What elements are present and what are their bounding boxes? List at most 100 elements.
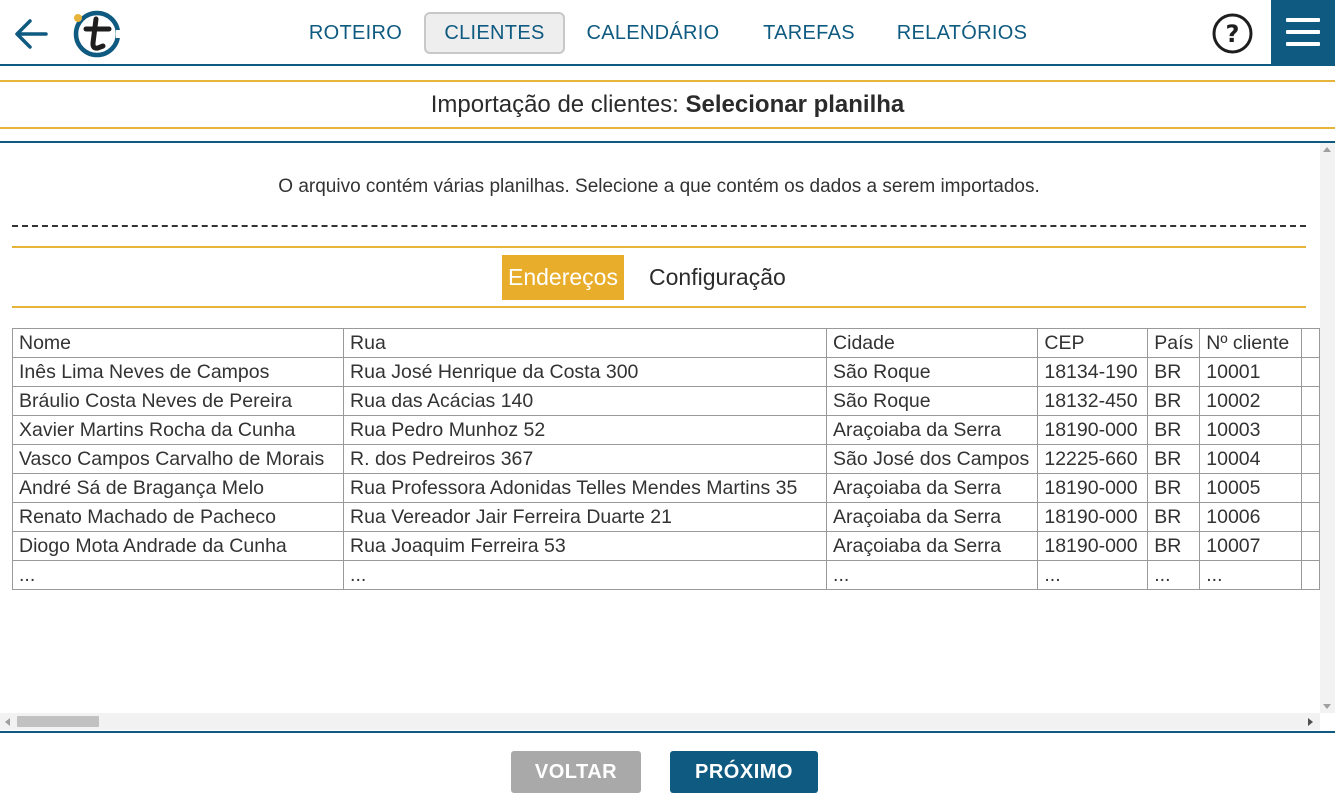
- page-title-step: Selecionar planilha: [685, 91, 905, 118]
- table-cell: BR: [1147, 386, 1201, 416]
- sheet-tab-enderecos[interactable]: Endereços: [502, 255, 624, 300]
- table-row: Diogo Mota Andrade da Cunha Rua Joaquim F…: [11, 531, 1320, 561]
- table-cell: 10002: [1199, 386, 1302, 416]
- nav-clientes[interactable]: CLIENTES: [424, 12, 565, 54]
- hamburger-menu-icon[interactable]: [1271, 0, 1335, 64]
- table-cell: ...: [343, 560, 828, 590]
- table-cell: Rua Professora Adonidas Telles Mendes Ma…: [343, 473, 828, 503]
- page-title-prefix: Importação de clientes:: [430, 91, 686, 118]
- table-cell: 10007: [1199, 531, 1302, 561]
- table-cell: ...: [1199, 560, 1302, 590]
- table-cell: São Roque: [826, 357, 1039, 387]
- table-cell: ...: [11, 560, 345, 590]
- next-button[interactable]: PRÓXIMO: [670, 751, 818, 793]
- table-cell: Rua José Henrique da Costa 300: [343, 357, 828, 387]
- table-cell: ...: [1147, 560, 1201, 590]
- instruction-text: O arquivo contém várias planilhas. Selec…: [278, 176, 1040, 197]
- top-navigation-bar: ROTEIRO CLIENTES CALENDÁRIO TAREFAS RELA…: [0, 0, 1335, 66]
- table-cell: 10003: [1199, 415, 1302, 445]
- table-cell: 18132-450: [1037, 386, 1149, 416]
- table-cell: Araçoiaba da Serra: [826, 473, 1039, 503]
- vertical-scrollbar[interactable]: [1320, 143, 1335, 713]
- horizontal-scroll-thumb[interactable]: [17, 716, 99, 727]
- table-header-cell: Cidade: [826, 328, 1039, 358]
- back-button[interactable]: VOLTAR: [511, 751, 641, 793]
- table-cell: Rua Pedro Munhoz 52: [343, 415, 828, 445]
- table-row: Bráulio Costa Neves de Pereira Rua das Ac…: [11, 386, 1320, 416]
- table-cell: André Sá de Bragança Melo: [11, 473, 345, 503]
- table-cell: BR: [1147, 473, 1201, 503]
- table-cell: 10001: [1199, 357, 1302, 387]
- nav-tarefas[interactable]: TAREFAS: [758, 12, 860, 54]
- table-cell: Araçoiaba da Serra: [826, 415, 1039, 445]
- sheet-tab-configuracao[interactable]: Configuração: [643, 255, 792, 300]
- table-cell: Rua das Acácias 140: [343, 386, 828, 416]
- table-cell: BR: [1147, 357, 1201, 387]
- scroll-right-icon[interactable]: [1308, 718, 1313, 726]
- table-cell: ...: [1037, 560, 1149, 590]
- nav-roteiro[interactable]: ROTEIRO: [305, 12, 406, 54]
- table-overflow-cell: [1300, 502, 1320, 532]
- sheet-preview-table: Nome Rua Cidade CEP País Nº cliente Inês Lima …: [11, 328, 1320, 590]
- help-icon[interactable]: ?: [1212, 13, 1253, 54]
- help-icon-glyph: ?: [1226, 20, 1240, 48]
- table-row: André Sá de Bragança Melo Rua Professora …: [11, 473, 1320, 503]
- table-cell: Rua Joaquim Ferreira 53: [343, 531, 828, 561]
- table-cell: BR: [1147, 502, 1201, 532]
- table-cell: 18190-000: [1037, 473, 1149, 503]
- table-header-cell: Rua: [343, 328, 828, 358]
- table-cell: ...: [826, 560, 1039, 590]
- table-cell: Araçoiaba da Serra: [826, 502, 1039, 532]
- table-cell: R. dos Pedreiros 367: [343, 444, 828, 474]
- table-cell: Bráulio Costa Neves de Pereira: [11, 386, 345, 416]
- table-row: Inês Lima Neves de Campos Rua José Henriq…: [11, 357, 1320, 387]
- table-header-row: Nome Rua Cidade CEP País Nº cliente: [11, 328, 1320, 358]
- table-overflow-cell: [1300, 560, 1320, 590]
- nav-relatorios[interactable]: RELATÓRIOS: [893, 12, 1031, 54]
- table-overflow-cell: [1300, 473, 1320, 503]
- table-cell: BR: [1147, 444, 1201, 474]
- table-overflow-cell: [1300, 444, 1320, 474]
- dashed-divider: [12, 225, 1306, 227]
- table-cell: 18190-000: [1037, 531, 1149, 561]
- footer-divider: [0, 731, 1335, 733]
- table-header-cell: País: [1147, 328, 1201, 358]
- table-cell: 10004: [1199, 444, 1302, 474]
- main-nav: ROTEIRO CLIENTES CALENDÁRIO TAREFAS RELA…: [0, 12, 1335, 54]
- scroll-up-icon[interactable]: [1323, 147, 1331, 152]
- table-cell: Renato Machado de Pacheco: [11, 502, 345, 532]
- table-cell: 18190-000: [1037, 502, 1149, 532]
- table-cell: 18134-190: [1037, 357, 1149, 387]
- table-overflow-cell: [1300, 531, 1320, 561]
- sheet-selector: Endereços Configuração: [12, 246, 1306, 308]
- horizontal-scrollbar[interactable]: [0, 713, 1320, 730]
- table-header-cell: Nome: [11, 328, 345, 358]
- table-row: Renato Machado de Pacheco Rua Vereador Ja…: [11, 502, 1320, 532]
- table-cell: São Roque: [826, 386, 1039, 416]
- nav-calendario[interactable]: CALENDÁRIO: [582, 12, 724, 54]
- table-overflow-cell: [1300, 357, 1320, 387]
- table-cell: Diogo Mota Andrade da Cunha: [11, 531, 345, 561]
- table-cell: Vasco Campos Carvalho de Morais: [11, 444, 345, 474]
- table-cell: Inês Lima Neves de Campos: [11, 357, 345, 387]
- table-cell: 18190-000: [1037, 415, 1149, 445]
- table-cell: 10006: [1199, 502, 1302, 532]
- table-cell: São José dos Campos: [826, 444, 1039, 474]
- table-row: ..................: [11, 560, 1320, 590]
- table-overflow-cell: [1300, 415, 1320, 445]
- table-header-cell: Nº cliente: [1199, 328, 1302, 358]
- table-cell: 10005: [1199, 473, 1302, 503]
- scroll-down-icon[interactable]: [1323, 704, 1331, 709]
- table-overflow-cell: [1300, 386, 1320, 416]
- table-cell: Rua Vereador Jair Ferreira Duarte 21: [343, 502, 828, 532]
- table-cell: BR: [1147, 415, 1201, 445]
- page-title: Importação de clientes: Selecionar plani…: [0, 80, 1335, 129]
- table-row: Vasco Campos Carvalho de Morais R. dos Pe…: [11, 444, 1320, 474]
- table-cell: BR: [1147, 531, 1201, 561]
- table-header-cell: CEP: [1037, 328, 1149, 358]
- table-row: Xavier Martins Rocha da Cunha Rua Pedro M…: [11, 415, 1320, 445]
- table-cell: Xavier Martins Rocha da Cunha: [11, 415, 345, 445]
- content-area: O arquivo contém várias planilhas. Selec…: [0, 143, 1320, 713]
- table-cell: 12225-660: [1037, 444, 1149, 474]
- scroll-left-icon[interactable]: [5, 718, 10, 726]
